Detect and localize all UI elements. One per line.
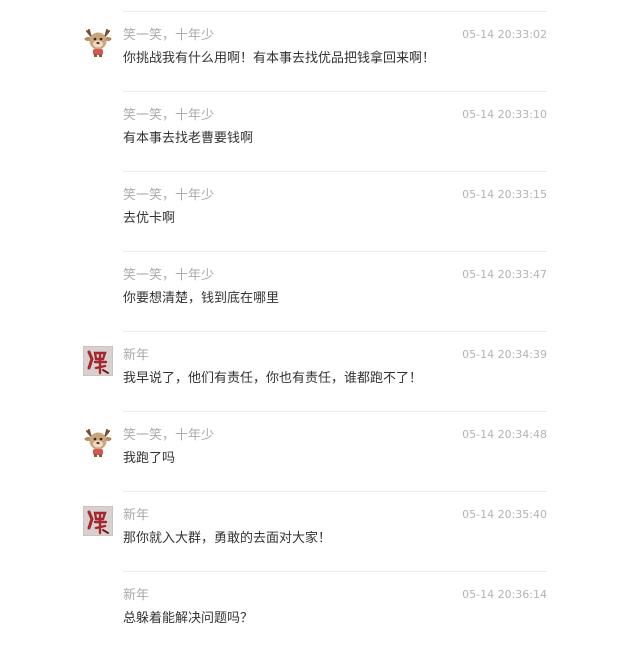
sender-name[interactable]: 新年 xyxy=(123,588,149,604)
message-time: 05-14 20:34:48 xyxy=(462,428,547,441)
sender-name[interactable]: 笑一笑，十年少 xyxy=(123,108,214,124)
avatar[interactable] xyxy=(83,506,113,536)
sender-name[interactable]: 笑一笑，十年少 xyxy=(123,28,214,44)
chat-message: 笑一笑，十年少 05-14 20:34:48 我跑了吗 xyxy=(0,411,618,491)
sender-name[interactable]: 笑一笑，十年少 xyxy=(123,188,214,204)
chat-message: 新年 05-14 20:36:14 总躲着能解决问题吗？ xyxy=(0,571,618,647)
chat-message: 笑一笑，十年少 05-14 20:33:47 你要想清楚，钱到底在哪里 xyxy=(0,251,618,331)
avatar[interactable] xyxy=(83,427,113,457)
avatar[interactable] xyxy=(83,346,113,376)
sender-name[interactable]: 笑一笑，十年少 xyxy=(123,428,214,444)
message-text: 那你就入大群，勇敢的去面对大家！ xyxy=(123,531,332,546)
chat-message: 笑一笑，十年少 05-14 20:33:15 去优卡啊 xyxy=(0,171,618,251)
message-text: 你挑战我有什么用啊！有本事去找优品把钱拿回来啊！ xyxy=(123,51,436,66)
message-time: 05-14 20:33:15 xyxy=(462,188,547,201)
calligraphy-icon xyxy=(83,346,113,376)
message-text: 我早说了，他们有责任，你也有责任，谁都跑不了！ xyxy=(123,371,423,386)
message-text: 去优卡啊 xyxy=(123,211,176,226)
chat-message: 新年 05-14 20:35:40 那你就入大群，勇敢的去面对大家！ xyxy=(0,491,618,571)
chat-message: 笑一笑，十年少 05-14 20:33:02 你挑战我有什么用啊！有本事去找优品… xyxy=(0,11,618,91)
message-time: 05-14 20:33:10 xyxy=(462,108,547,121)
sender-name[interactable]: 新年 xyxy=(123,508,149,524)
message-text: 有本事去找老曹要钱啊 xyxy=(123,131,254,146)
message-time: 05-14 20:35:40 xyxy=(462,508,547,521)
message-text: 你要想清楚，钱到底在哪里 xyxy=(123,291,280,306)
deer-icon xyxy=(84,429,112,457)
message-text: 总躲着能解决问题吗？ xyxy=(123,611,254,626)
calligraphy-icon xyxy=(83,506,113,536)
avatar[interactable] xyxy=(83,27,113,57)
chat-message: 新年 05-14 20:34:39 我早说了，他们有责任，你也有责任，谁都跑不了… xyxy=(0,331,618,411)
sender-name[interactable]: 新年 xyxy=(123,348,149,364)
message-time: 05-14 20:33:02 xyxy=(462,28,547,41)
message-time: 05-14 20:33:47 xyxy=(462,268,547,281)
deer-icon xyxy=(84,29,112,57)
message-text: 我跑了吗 xyxy=(123,451,176,466)
message-time: 05-14 20:36:14 xyxy=(462,588,547,601)
chat-message: 笑一笑，十年少 05-14 20:33:10 有本事去找老曹要钱啊 xyxy=(0,91,618,171)
message-time: 05-14 20:34:39 xyxy=(462,348,547,361)
sender-name[interactable]: 笑一笑，十年少 xyxy=(123,268,214,284)
